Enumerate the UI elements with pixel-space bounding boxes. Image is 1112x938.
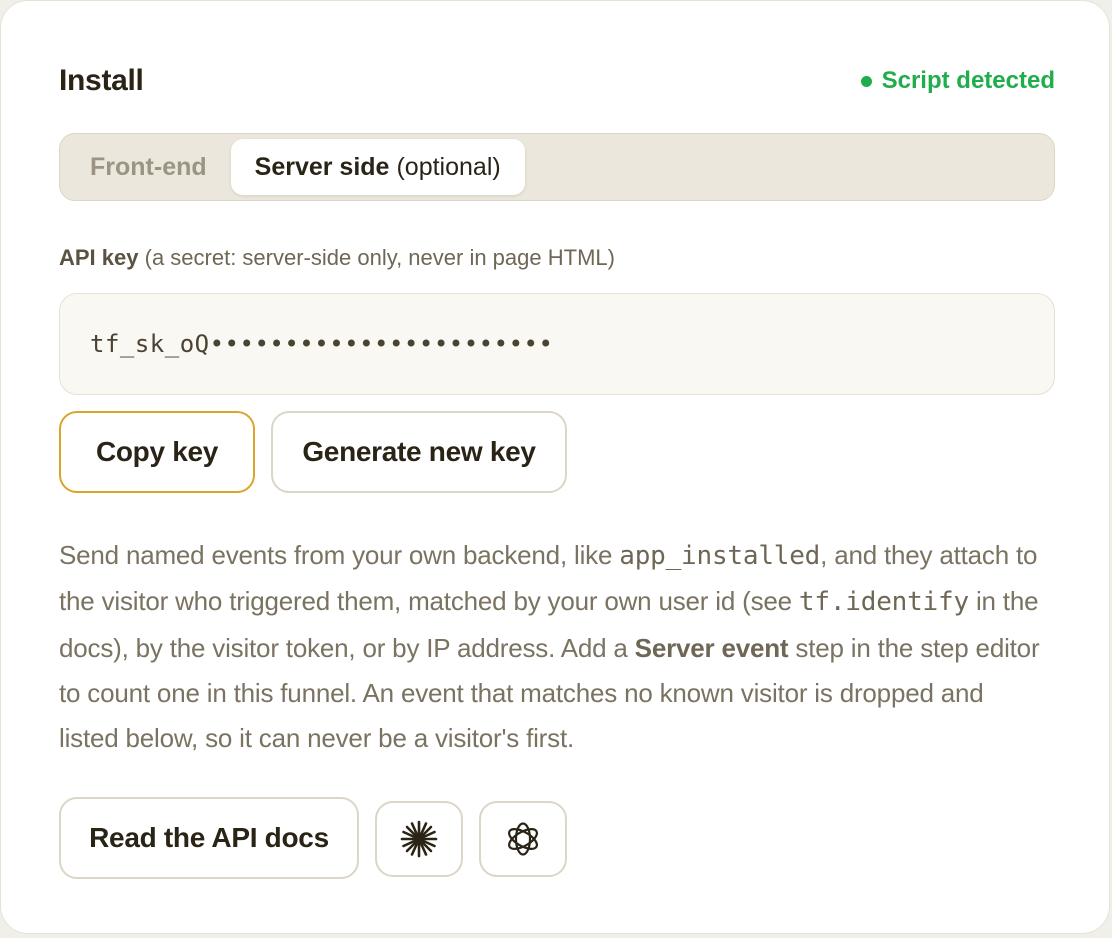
- api-key-field[interactable]: tf_sk_oQ•••••••••••••••••••••••: [59, 293, 1055, 395]
- api-key-label: API key (a secret: server-side only, nev…: [59, 245, 615, 271]
- install-card: Install Script detected Front-end Server…: [0, 0, 1110, 934]
- status-text: Script detected: [881, 67, 1055, 94]
- install-title: Install: [59, 64, 144, 97]
- server-events-description: Send named events from your own backend,…: [59, 533, 1049, 761]
- server-event-term: Server event: [634, 632, 789, 663]
- generate-new-key-button[interactable]: Generate new key: [271, 411, 567, 493]
- openai-button[interactable]: [479, 801, 567, 877]
- script-status: Script detected: [860, 67, 1055, 95]
- tab-server-side[interactable]: Server side (optional): [230, 139, 525, 195]
- claude-button[interactable]: [375, 801, 463, 877]
- install-tabs: Front-end Server side (optional): [59, 133, 1055, 201]
- status-dot-icon: [860, 75, 872, 87]
- api-key-value: tf_sk_oQ•••••••••••••••••••••••: [90, 330, 554, 358]
- tab-server-side-label: Server side: [254, 152, 390, 181]
- openai-knot-icon: [508, 822, 538, 856]
- code-app-installed: app_installed: [619, 541, 821, 571]
- api-key-label-note: (a secret: server-side only, never in pa…: [144, 245, 615, 270]
- copy-key-button[interactable]: Copy key: [59, 411, 255, 493]
- tab-front-end[interactable]: Front-end: [66, 139, 231, 195]
- install-header: Install Script detected: [59, 59, 1055, 103]
- code-tf-identify: tf.identify: [798, 587, 969, 618]
- tab-server-side-note: (optional): [396, 152, 501, 181]
- read-api-docs-button[interactable]: Read the API docs: [59, 797, 359, 879]
- api-key-label-title: API key: [59, 245, 139, 270]
- description-text-1: Send named events from your own backend,…: [59, 540, 620, 570]
- claude-sparkle-icon: [400, 820, 438, 858]
